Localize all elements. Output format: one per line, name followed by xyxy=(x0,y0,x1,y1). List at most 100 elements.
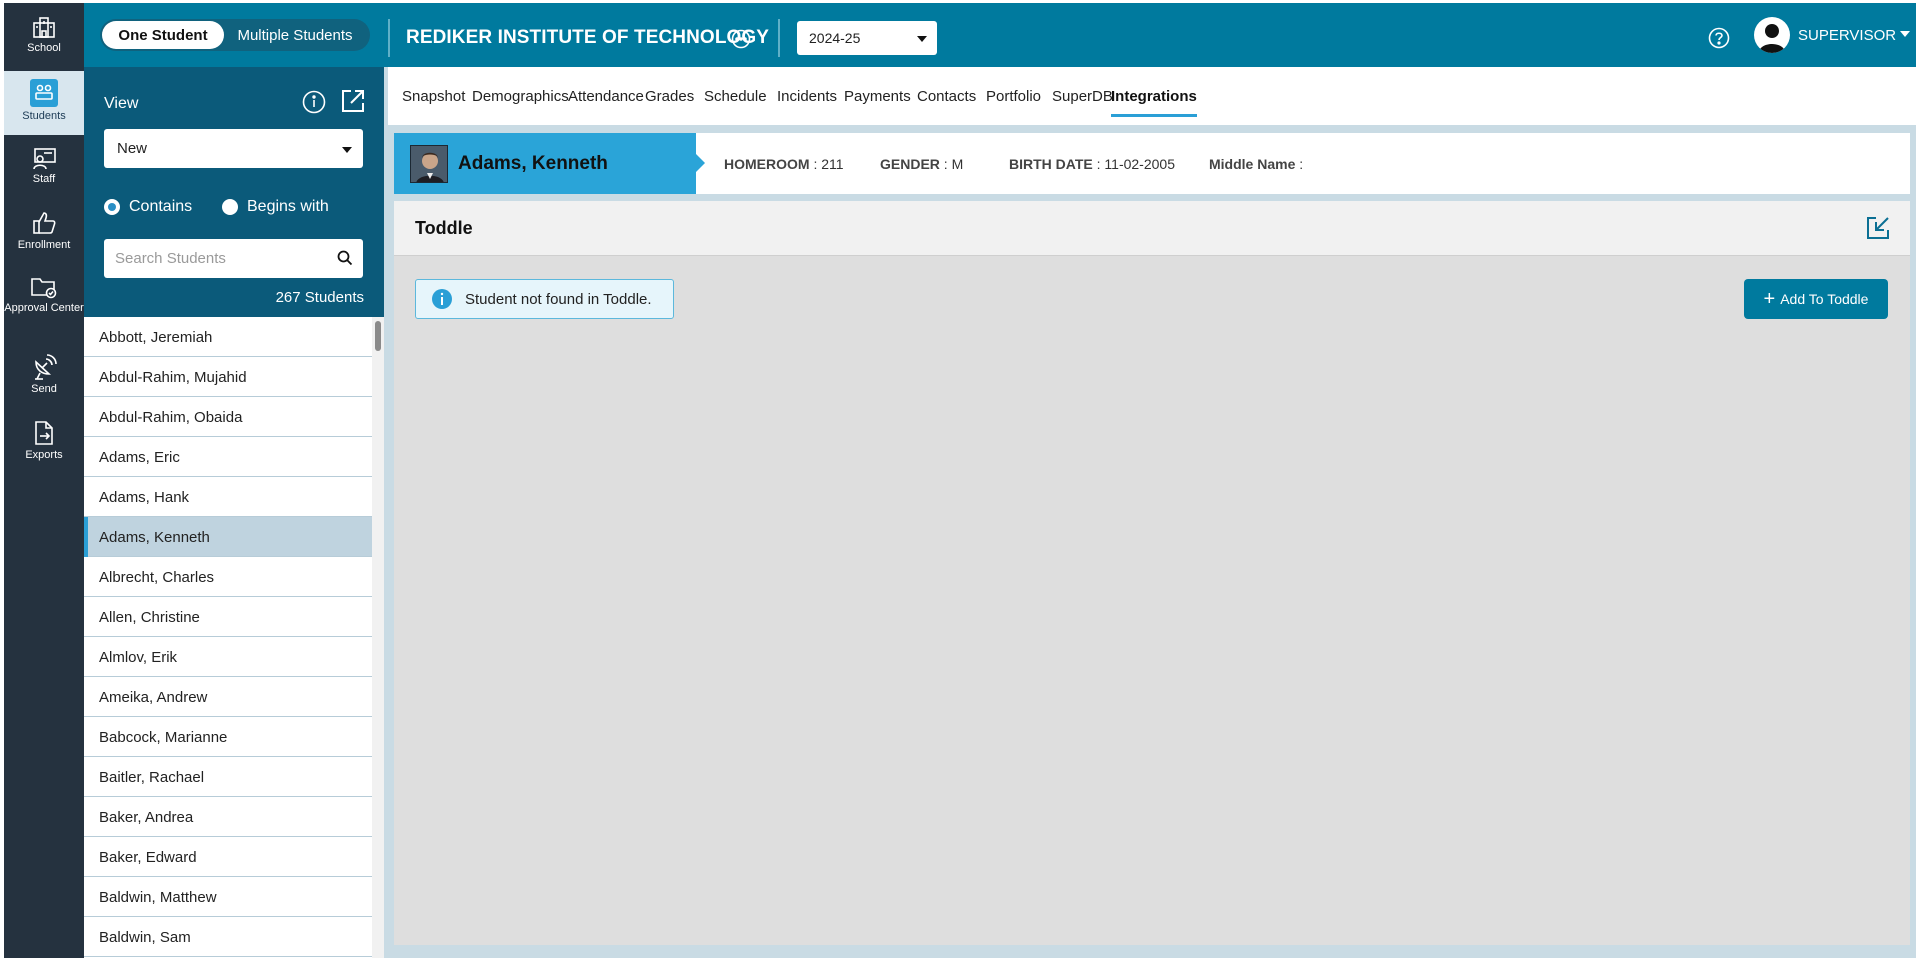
folder-check-icon xyxy=(31,278,57,299)
tab-attendance[interactable]: Attendance xyxy=(568,88,644,105)
middle-name-field: Middle Name : xyxy=(1209,156,1303,172)
chevron-down-icon xyxy=(917,36,927,42)
search-students-input[interactable] xyxy=(104,239,363,278)
student-list-item[interactable]: Baker, Edward xyxy=(84,837,372,877)
student-list-item[interactable]: Abbott, Jeremiah xyxy=(84,317,372,357)
view-label: View xyxy=(104,95,139,112)
school-year-select[interactable]: 2024-25 xyxy=(797,21,937,55)
one-student-button[interactable]: One Student xyxy=(102,21,224,49)
middle-name-value: : xyxy=(1299,156,1304,172)
collapse-icon[interactable] xyxy=(1865,215,1891,241)
user-silhouette-icon xyxy=(1759,24,1785,53)
middle-name-label: Middle Name xyxy=(1209,156,1296,172)
not-found-alert: Student not found in Toddle. xyxy=(415,279,674,319)
student-count: 267 Students xyxy=(275,289,364,306)
rail-item-school[interactable]: School xyxy=(4,15,84,55)
student-list-item[interactable]: Adams, Eric xyxy=(84,437,372,477)
student-name-bar: Adams, Kenneth xyxy=(394,133,705,194)
rail-label: Send xyxy=(31,383,57,395)
student-list-item[interactable]: Baldwin, Matthew xyxy=(84,877,372,917)
student-list-item[interactable]: Babcock, Marianne xyxy=(84,717,372,757)
radio-contains-label: Contains xyxy=(129,198,193,215)
student-list-item[interactable]: Albrecht, Charles xyxy=(84,557,372,597)
student-list-item[interactable]: Adams, Hank xyxy=(84,477,372,517)
homeroom-field: HOMEROOM : 211 xyxy=(724,156,844,172)
student-list-item[interactable]: Adams, Kenneth xyxy=(84,517,372,557)
scrollbar-thumb[interactable] xyxy=(375,321,381,351)
tab-schedule[interactable]: Schedule xyxy=(704,88,767,105)
students-icon xyxy=(35,84,53,100)
rail-label: Enrollment xyxy=(17,239,71,251)
rail-item-enrollment[interactable]: Enrollment xyxy=(4,210,84,252)
info-icon[interactable] xyxy=(302,90,326,114)
homeroom-label: HOMEROOM xyxy=(724,156,810,172)
student-portrait-icon xyxy=(411,146,447,182)
student-search-panel: View New Contains Begins with 267 Studen… xyxy=(84,67,384,317)
gender-label: GENDER xyxy=(880,156,940,172)
rail-item-approval-center[interactable]: Approval Center xyxy=(4,275,84,315)
top-bar: One Student Multiple Students REDIKER IN… xyxy=(84,3,1916,67)
tab-snapshot[interactable]: Snapshot xyxy=(402,88,465,105)
search-icon[interactable] xyxy=(337,250,353,266)
divider xyxy=(778,19,780,57)
student-list-item[interactable]: Allen, Christine xyxy=(84,597,372,637)
toddle-card: Toddle Student not found in Toddle. + Ad… xyxy=(394,201,1910,945)
staff-icon xyxy=(33,148,56,170)
student-name: Adams, Kenneth xyxy=(458,153,608,174)
student-list-item[interactable]: Almlov, Erik xyxy=(84,637,372,677)
student-list-scrollbar[interactable] xyxy=(372,317,384,958)
chevron-down-icon xyxy=(1900,31,1911,37)
student-list-item[interactable]: Ameika, Andrew xyxy=(84,677,372,717)
tab-payments[interactable]: Payments xyxy=(844,88,911,105)
tab-incidents[interactable]: Incidents xyxy=(777,88,837,105)
rail-label: Students xyxy=(22,110,66,122)
gender-value: : M xyxy=(943,156,964,172)
homeroom-value: : 211 xyxy=(813,156,844,172)
view-select[interactable]: New xyxy=(104,129,363,168)
rail-item-students[interactable]: Students xyxy=(4,71,84,135)
tab-grades[interactable]: Grades xyxy=(645,88,694,105)
student-photo xyxy=(410,145,448,183)
left-rail: School Students Staff Enrollment Approva… xyxy=(4,3,84,958)
more-options-icon[interactable] xyxy=(731,29,751,49)
student-list-item[interactable]: Abdul-Rahim, Mujahid xyxy=(84,357,372,397)
multiple-students-button[interactable]: Multiple Students xyxy=(224,21,366,49)
thumbs-up-icon xyxy=(33,212,56,234)
user-name: SUPERVISOR xyxy=(1798,27,1897,44)
school-icon xyxy=(33,17,55,38)
export-file-icon xyxy=(35,421,53,445)
rail-item-exports[interactable]: Exports xyxy=(4,420,84,462)
student-list-item[interactable]: Baitler, Rachael xyxy=(84,757,372,797)
student-list: Abbott, Jeremiah Abdul-Rahim, Mujahid Abdu… xyxy=(84,317,372,958)
gender-field: GENDER : M xyxy=(880,156,963,172)
birth-date-value: : 11-02-2005 xyxy=(1096,156,1175,172)
tab-superdb[interactable]: SuperDB xyxy=(1052,88,1113,105)
birth-date-field: BIRTH DATE : 11-02-2005 xyxy=(1009,156,1175,172)
birth-date-label: BIRTH DATE xyxy=(1009,156,1093,172)
radio-contains[interactable]: Contains xyxy=(104,198,192,216)
student-tabs: Snapshot Demographics Attendance Grades Sche… xyxy=(388,67,1916,125)
radio-begins-label: Begins with xyxy=(247,198,329,215)
avatar[interactable] xyxy=(1754,17,1790,53)
school-year-value: 2024-25 xyxy=(809,30,861,46)
rail-label: Exports xyxy=(25,449,63,461)
student-list-item[interactable]: Baker, Andrea xyxy=(84,797,372,837)
view-select-value: New xyxy=(117,140,148,157)
user-menu[interactable]: SUPERVISOR xyxy=(1798,27,1911,44)
tab-portfolio[interactable]: Portfolio xyxy=(986,88,1041,105)
add-to-toddle-label: Add To Toddle xyxy=(1780,291,1869,307)
rail-label: School xyxy=(27,42,61,54)
rail-item-send[interactable]: Send xyxy=(4,354,84,396)
satellite-dish-icon xyxy=(35,354,57,380)
tab-contacts[interactable]: Contacts xyxy=(917,88,976,105)
help-icon[interactable] xyxy=(1708,27,1730,49)
rail-item-staff[interactable]: Staff xyxy=(4,146,84,186)
tab-demographics[interactable]: Demographics xyxy=(472,88,569,105)
student-list-item[interactable]: Abdul-Rahim, Obaida xyxy=(84,397,372,437)
add-to-toddle-button[interactable]: + Add To Toddle xyxy=(1744,279,1888,319)
radio-begins-with[interactable]: Begins with xyxy=(222,198,329,216)
student-list-item[interactable]: Baldwin, Sam xyxy=(84,917,372,957)
tab-integrations[interactable]: Integrations xyxy=(1111,88,1197,117)
open-external-icon[interactable] xyxy=(340,88,366,114)
toddle-card-header: Toddle xyxy=(394,201,1910,256)
